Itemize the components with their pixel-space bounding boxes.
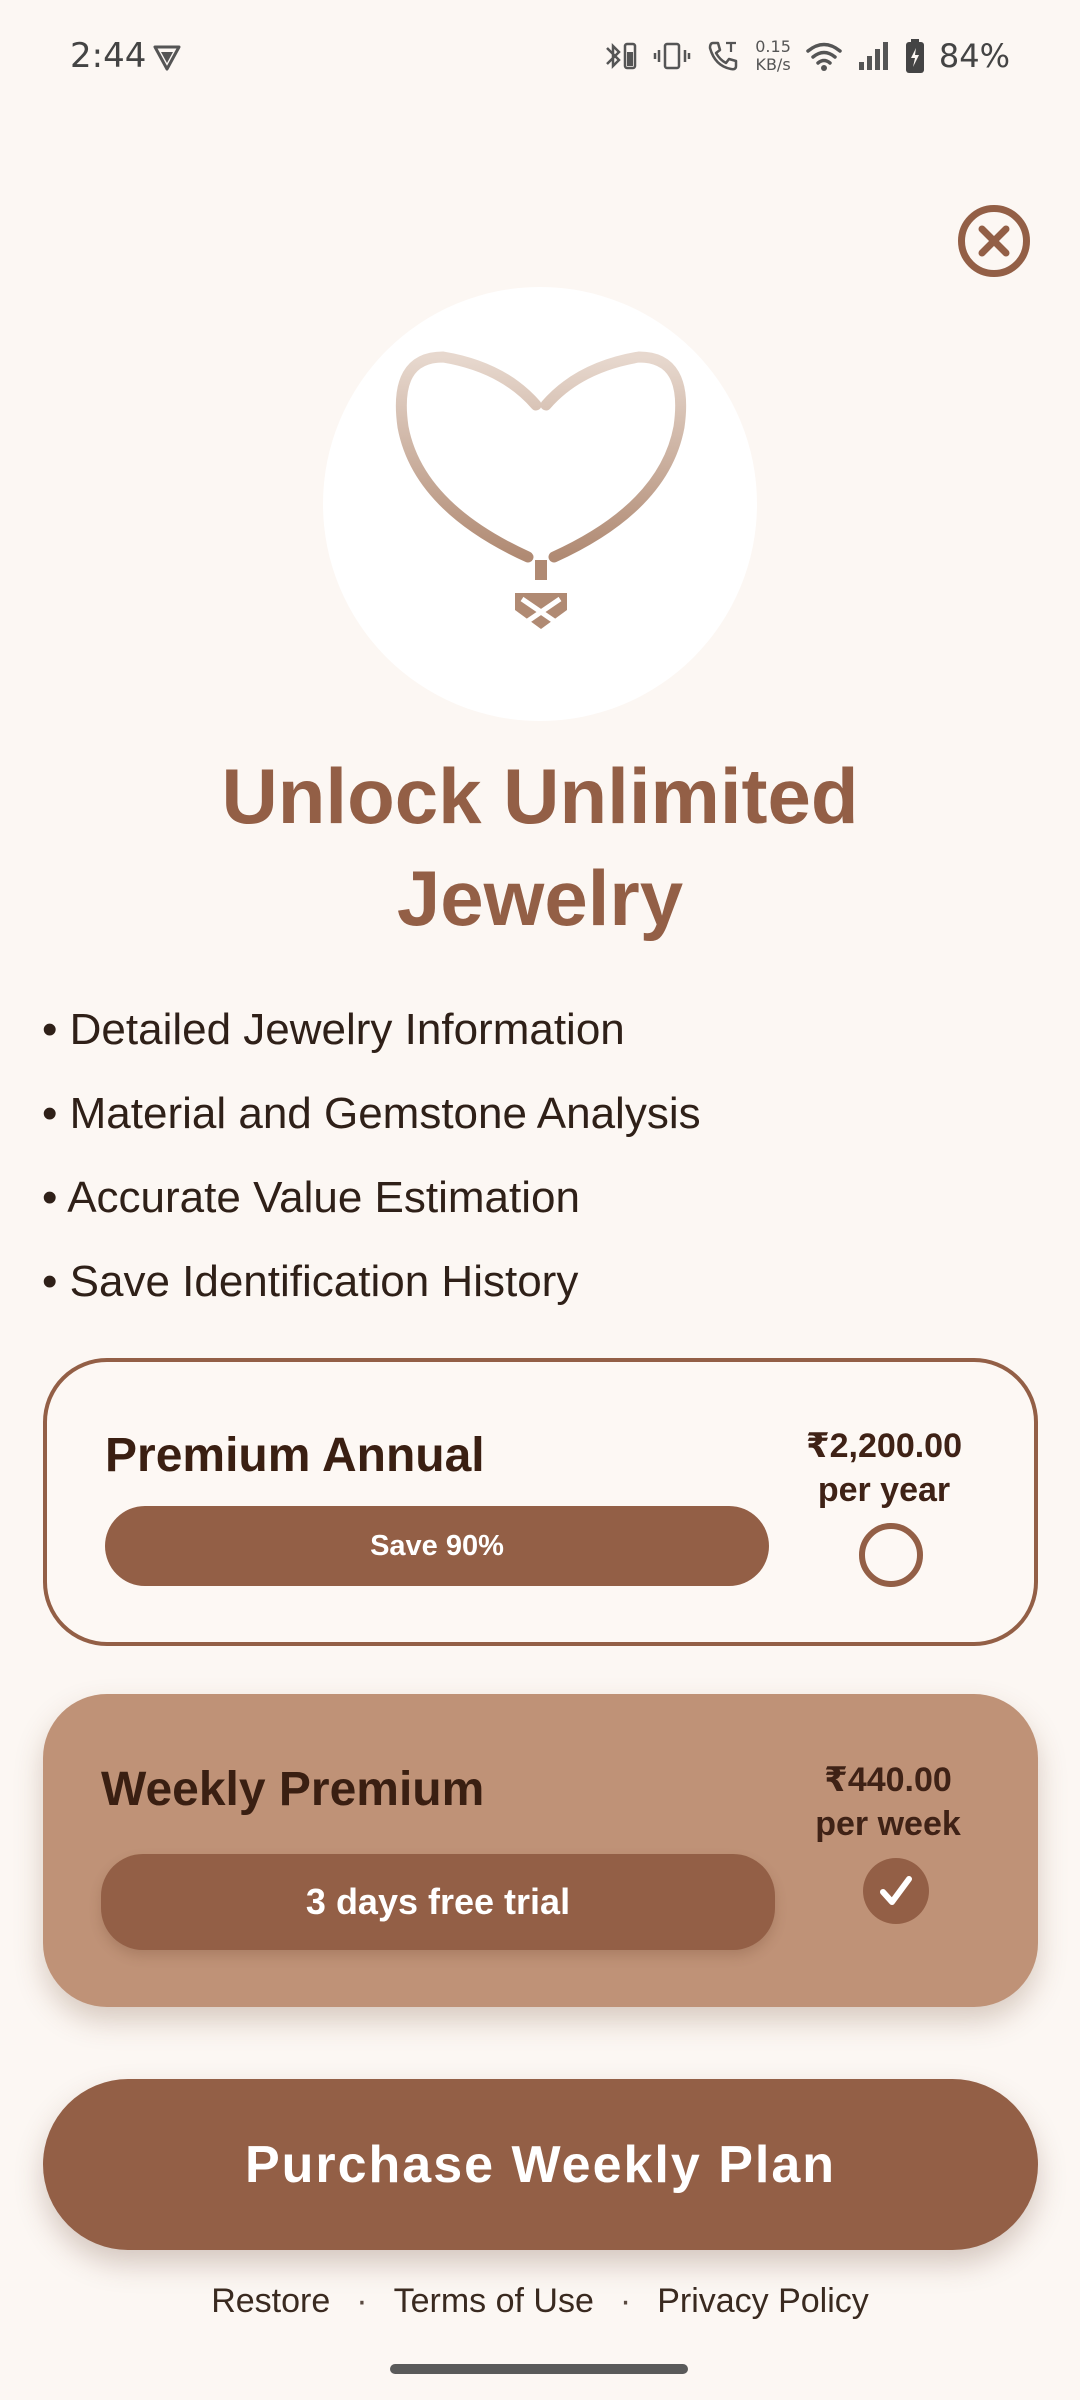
plan-price-period: per week [815,1805,961,1843]
plan-price-amount: ₹440.00 [824,1761,952,1799]
footer-separator: · [356,2282,368,2320]
title-line-2: Jewelry [396,854,684,942]
net-speed-value: 0.15 [755,37,791,56]
feature-item: • Material and Gemstone Analysis [42,1089,701,1138]
plan-price: ₹440.00 per week [783,1758,993,1846]
page-title: Unlock Unlimited Jewelry [90,745,990,949]
status-icons: 0.15 KB/s 84% [601,34,1010,78]
close-icon [978,225,1010,257]
checkmark-icon [880,1876,912,1905]
plan-title: Weekly Premium [101,1763,485,1816]
plan-card-weekly[interactable]: Weekly Premium 3 days free trial ₹440.00… [43,1694,1038,2007]
terms-link[interactable]: Terms of Use [394,2282,594,2321]
home-indicator[interactable] [390,2364,688,2374]
footer-separator: · [619,2282,632,2320]
necklace-icon [395,351,687,629]
net-speed-unit: KB/s [755,55,791,74]
vpn-icon [152,42,182,72]
feature-item: • Accurate Value Estimation [42,1173,580,1222]
status-time: 2:44 [70,36,147,76]
plan-price: ₹2,200.00 per year [779,1424,989,1512]
plan-badge: Save 90% [105,1506,769,1586]
plan-radio-selected[interactable] [863,1858,929,1924]
title-line-1: Unlock Unlimited [221,752,859,840]
status-bar: 2:44 0.15 KB/s 84% [0,0,1080,110]
feature-item: • Detailed Jewelry Information [42,1005,625,1054]
battery-icon [905,38,925,74]
hero-illustration [323,287,757,721]
restore-link[interactable]: Restore [211,2282,330,2321]
footer-links: Restore · Terms of Use · Privacy Policy [0,2282,1080,2321]
plan-title: Premium Annual [105,1429,485,1482]
plan-price-period: per year [817,1471,951,1509]
battery-percent: 84% [938,37,1010,75]
call-icon [705,38,741,74]
network-speed: 0.15 KB/s [755,38,791,74]
close-button[interactable] [958,205,1030,277]
purchase-button[interactable]: Purchase Weekly Plan [43,2079,1038,2250]
plan-badge: 3 days free trial [101,1854,775,1950]
wifi-icon [805,40,843,72]
feature-list: • Detailed Jewelry Information • Materia… [42,995,1022,1331]
plan-price-amount: ₹2,200.00 [805,1427,962,1465]
vibrate-icon [653,38,691,74]
plan-radio-unselected[interactable] [859,1523,923,1587]
signal-icon [857,40,891,72]
plan-card-annual[interactable]: Premium Annual Save 90% ₹2,200.00 per ye… [43,1358,1038,1646]
bluetooth-icon [601,38,639,74]
feature-item: • Save Identification History [42,1257,579,1306]
privacy-link[interactable]: Privacy Policy [657,2282,869,2321]
